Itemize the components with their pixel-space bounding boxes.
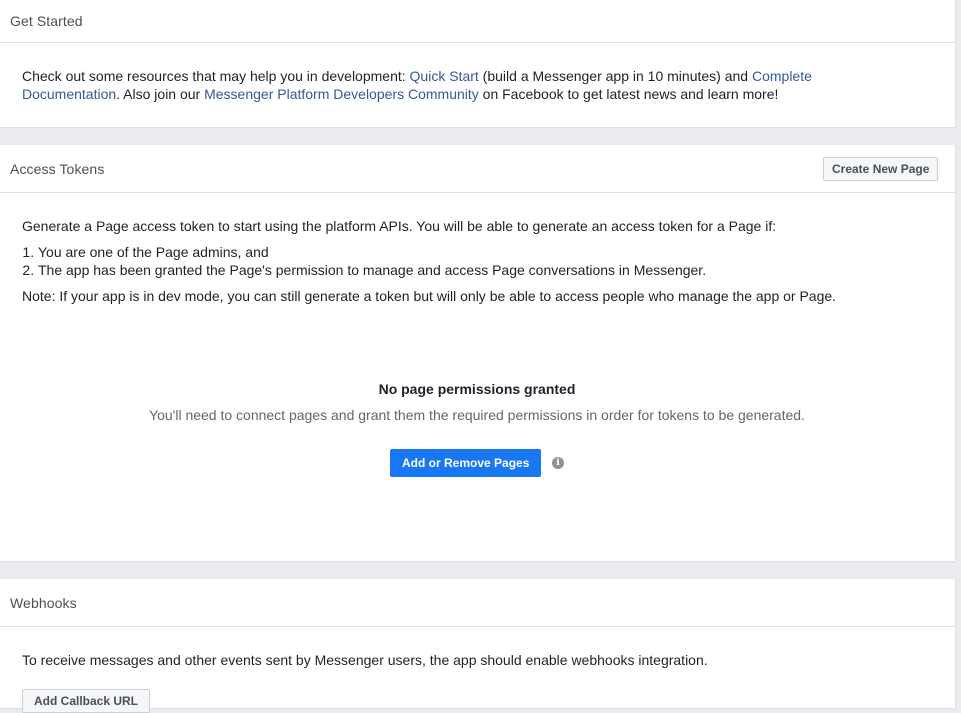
- get-started-text-part-4: on Facebook to get latest news and learn…: [478, 86, 779, 102]
- get-started-text-part-3: . Also join our: [116, 86, 205, 102]
- webhooks-text: To receive messages and other events sen…: [22, 652, 708, 668]
- empty-state-title: No page permissions granted: [378, 381, 576, 397]
- complete-documentation-link-line-2: Documentation: [22, 86, 117, 102]
- access-tokens-title: Access Tokens: [10, 160, 105, 177]
- complete-documentation-link-line-1: Complete: [751, 68, 812, 84]
- webhooks-title: Webhooks: [10, 594, 77, 611]
- access-tokens-requirements-list: You are one of the Page admins, and The …: [6, 243, 958, 279]
- access-tokens-panel: Access Tokens Create New Page Generate a…: [0, 145, 956, 562]
- dev-mode-note: Note: If your app is in dev mode, you ca…: [22, 288, 837, 304]
- create-new-page-button[interactable]: Create New Page: [823, 157, 939, 181]
- get-started-panel: Get Started Check out some resources tha…: [0, 0, 956, 128]
- webhooks-header: Webhooks: [0, 579, 955, 627]
- list-item: The app has been granted the Page's perm…: [38, 261, 958, 279]
- empty-state-subtitle: You'll need to connect pages and grant t…: [149, 407, 805, 423]
- access-tokens-header: Access Tokens Create New Page: [0, 145, 955, 193]
- add-or-remove-pages-button[interactable]: Add or Remove Pages: [390, 449, 542, 477]
- list-item: You are one of the Page admins, and: [38, 243, 958, 261]
- get-started-text-part-2: (build a Messenger app in 10 minutes) an…: [478, 68, 752, 84]
- webhooks-panel: Webhooks To receive messages and other e…: [0, 579, 956, 713]
- info-icon[interactable]: i: [552, 457, 564, 469]
- get-started-text: Check out some resources that may help y…: [22, 67, 862, 103]
- get-started-text-part-1: Check out some resources that may help y…: [22, 68, 410, 84]
- access-tokens-intro: Generate a Page access token to start us…: [22, 218, 777, 234]
- developers-community-link[interactable]: Messenger Platform Developers Community: [204, 86, 479, 102]
- get-started-header: Get Started: [0, 0, 955, 43]
- quick-start-link[interactable]: Quick Start: [410, 68, 479, 84]
- get-started-title: Get Started: [10, 13, 83, 29]
- add-callback-url-button[interactable]: Add Callback URL: [22, 689, 151, 713]
